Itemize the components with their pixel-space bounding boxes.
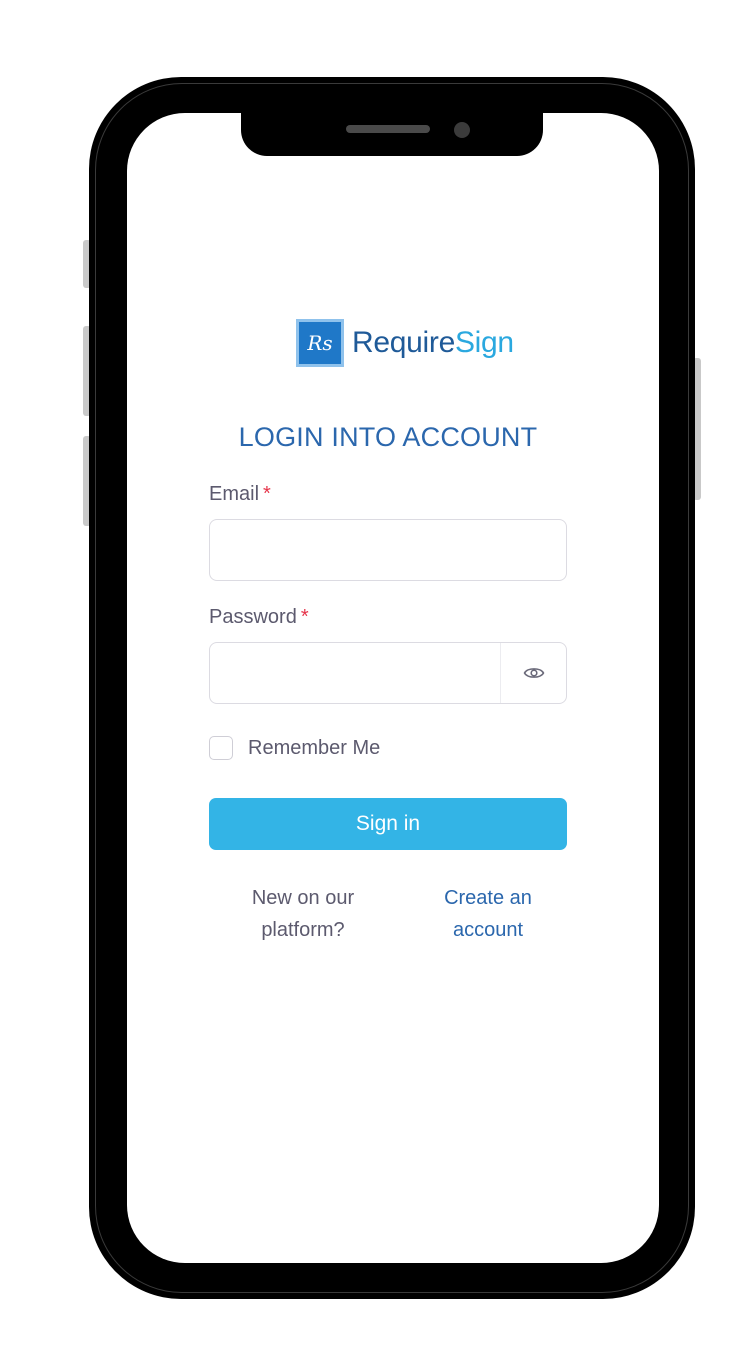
password-required-mark: * <box>300 606 309 628</box>
brand-name: RequireSign <box>352 328 514 358</box>
eye-icon <box>523 665 545 681</box>
password-label-text: Password <box>209 606 297 628</box>
remember-me-checkbox[interactable] <box>209 736 233 760</box>
email-required-mark: * <box>263 483 271 505</box>
new-user-prompt-line1: New on our <box>251 887 355 909</box>
remember-me-label[interactable]: Remember Me <box>248 737 380 760</box>
toggle-password-visibility-button[interactable] <box>500 643 566 703</box>
password-field[interactable] <box>210 643 500 703</box>
brand-logo: Rs RequireSign <box>296 319 514 367</box>
front-camera <box>454 122 470 138</box>
sign-in-button[interactable]: Sign in <box>209 798 567 850</box>
speaker-grille <box>346 125 430 133</box>
brand-name-part2: Sign <box>454 326 514 359</box>
page-title: LOGIN INTO ACCOUNT <box>238 422 538 452</box>
remember-me-row: Remember Me <box>209 736 380 760</box>
brand-name-part1: Require <box>352 326 455 359</box>
new-user-prompt: New on our platform? <box>233 882 373 946</box>
password-field-container <box>209 642 567 704</box>
email-field-container <box>209 519 567 581</box>
email-label: Email * <box>209 483 271 506</box>
password-label: Password * <box>209 606 309 629</box>
email-label-text: Email <box>209 483 260 505</box>
logo-mark-icon: Rs <box>296 319 344 367</box>
email-field[interactable] <box>210 520 566 580</box>
create-account-link[interactable]: Create an account <box>418 882 558 946</box>
create-account-link-line2: account <box>452 919 524 941</box>
new-user-prompt-line2: platform? <box>261 919 345 941</box>
create-account-link-line1: Create an <box>444 887 532 909</box>
